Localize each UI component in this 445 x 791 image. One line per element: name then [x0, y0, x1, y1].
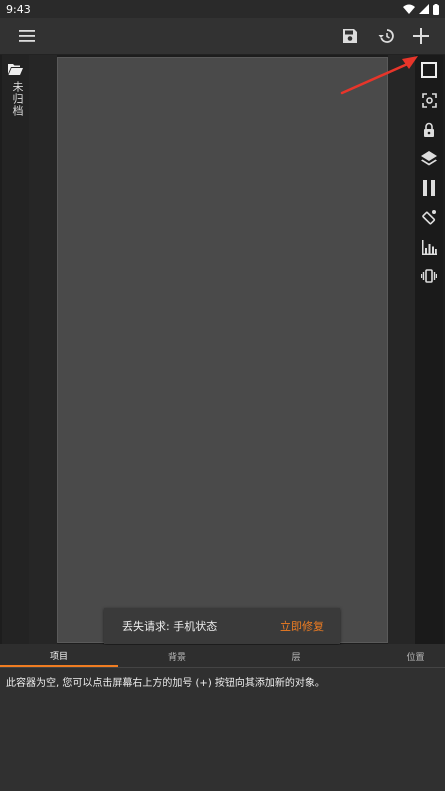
select-shape-button[interactable]: [419, 60, 439, 80]
tab-layer[interactable]: 层: [236, 645, 356, 667]
design-surface[interactable]: [57, 57, 388, 643]
battery-icon: [433, 3, 439, 15]
empty-container-message: 此容器为空, 您可以点击屏幕右上方的加号 (+) 按钮向其添加新的对象。: [6, 678, 325, 689]
vibration-icon: [421, 269, 437, 283]
center-focus-icon: [421, 92, 437, 108]
signal-icon: [419, 4, 429, 14]
pause-icon: [423, 180, 435, 196]
hamburger-menu-icon: [19, 30, 35, 42]
pause-button[interactable]: [419, 178, 439, 198]
history-button[interactable]: [374, 24, 398, 48]
add-button[interactable]: [409, 24, 433, 48]
status-bar: 9:43: [0, 0, 445, 18]
layers-icon: [421, 150, 437, 165]
save-icon: [343, 29, 357, 43]
stats-button[interactable]: [419, 237, 439, 257]
right-gutter: [388, 55, 415, 644]
items-panel: 此容器为空, 您可以点击屏幕右上方的加号 (+) 按钮向其添加新的对象。: [0, 668, 445, 791]
tab-position[interactable]: 位置: [386, 645, 445, 667]
bar-chart-icon: [421, 239, 437, 255]
fix-now-button[interactable]: 立即修复: [280, 618, 324, 634]
wifi-icon: [403, 4, 415, 14]
left-panel[interactable]: 未归档: [2, 55, 29, 644]
snackbar: 丢失请求: 手机状态 立即修复: [104, 608, 340, 644]
history-icon: [378, 29, 394, 43]
square-outline-icon: [421, 62, 437, 78]
lock-button[interactable]: [419, 119, 439, 139]
status-time: 9:43: [6, 2, 31, 16]
screen-rotation-icon: [422, 210, 436, 225]
lock-icon: [424, 122, 434, 137]
right-toolbar: [415, 55, 443, 644]
snackbar-message: 丢失请求: 手机状态: [122, 620, 218, 633]
vibrate-button[interactable]: [419, 266, 439, 286]
layers-button[interactable]: [419, 148, 439, 168]
left-gutter: [29, 55, 57, 644]
status-icons: [403, 3, 439, 15]
editor-canvas: 未归档: [0, 55, 445, 644]
uncategorized-label: 未归档: [11, 81, 24, 117]
top-toolbar: [0, 18, 445, 55]
plus-icon: [413, 28, 429, 44]
folder-open-icon: [8, 64, 23, 75]
focus-button[interactable]: [419, 90, 439, 110]
save-button[interactable]: [338, 24, 362, 48]
menu-button[interactable]: [15, 24, 39, 48]
rotate-button[interactable]: [419, 207, 439, 227]
tab-items[interactable]: 项目: [0, 645, 118, 667]
bottom-tabs: 项目 背景 层 位置: [0, 645, 445, 668]
tab-background[interactable]: 背景: [118, 645, 236, 667]
